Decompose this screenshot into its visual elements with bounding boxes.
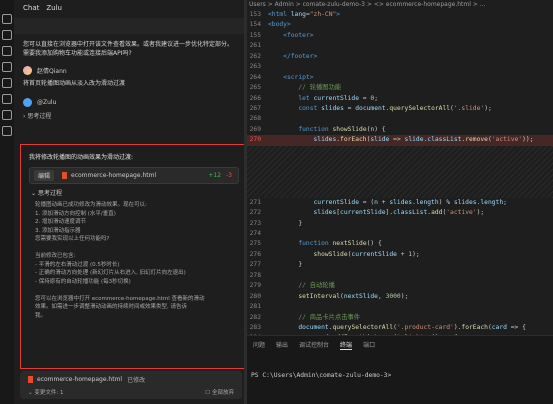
code-line: 261: [249, 42, 261, 50]
activity-bar: [0, 0, 15, 404]
changed-file-name[interactable]: ecommerce-homepage.html: [37, 376, 122, 383]
user-name: 赵倩Qiann: [37, 68, 67, 75]
html-file-icon: [28, 376, 33, 383]
ai-message: 您可以直接在浏览器中打开该文件查看效果。或者我建议进一步优化特定部分。需要我添加…: [23, 41, 234, 57]
code-line: 262 </footer>: [249, 52, 318, 60]
html-file-icon: [62, 172, 68, 179]
answer-line: 您需要我实现以上任何功能吗?: [35, 236, 110, 242]
file-name: ecommerce-homepage.html: [71, 172, 157, 179]
bottom-panel: 问题 输出 调试控制台 终端 端口 PS C:\Users\Admin\comate-z…: [247, 335, 553, 404]
answer-line: 3. 添加滑动指示器: [35, 227, 81, 234]
highlight-box: 我将修改轮播图的动画效果为滑动过渡: 编辑 ecommerce-homepage…: [20, 144, 247, 369]
zulu-avatar-icon: [23, 98, 32, 107]
source-control-icon[interactable]: [2, 46, 12, 56]
panel-tabs: 问题 输出 调试控制台 终端 端口: [247, 336, 553, 354]
code-line: 276 showSlide(currentSlide + 1);: [249, 250, 420, 258]
explorer-icon[interactable]: [2, 14, 12, 24]
discard-all-button[interactable]: ☐ 全部放弃: [205, 388, 234, 396]
code-line: 265 // 轮播图功能: [249, 84, 342, 92]
code-line: 263: [249, 63, 261, 71]
chat-icon[interactable]: [2, 78, 12, 88]
code-line: 275 function nextSlide() {: [249, 240, 382, 248]
code-line: 279 // 自动轮播: [249, 282, 335, 290]
breadcrumb[interactable]: Users > Admin > comate-zulu-demo-3 > <> …: [247, 0, 553, 10]
answer-line: 当前修改已包含:: [35, 253, 76, 259]
chat-toolbar: [14, 18, 247, 34]
answer-line: - 保持原有的自动轮播功能 (每3秒切换): [35, 278, 131, 285]
answer-line: [35, 286, 240, 295]
panel-tab[interactable]: 终端: [340, 340, 353, 350]
code-line: 267 const slides = document.querySelecto…: [249, 104, 492, 112]
file-change-card[interactable]: 编辑 ecommerce-homepage.html +12 -3: [29, 167, 239, 184]
code-line: 264 <script>: [249, 73, 314, 81]
settings-icon[interactable]: [2, 126, 12, 136]
changes-card: ecommerce-homepage.html 已修改 ⌄ 变更文件: 1 ☐ …: [20, 371, 242, 399]
panel-tab[interactable]: 问题: [253, 340, 265, 350]
ai-name: @Zulu: [37, 99, 57, 106]
added-count: +12: [208, 172, 222, 179]
code-line: 154 <body>: [249, 21, 291, 29]
answer-line: 我。: [35, 312, 47, 319]
code-line: 281: [249, 303, 261, 311]
code-line: 278: [249, 271, 261, 279]
extensions-icon[interactable]: [2, 62, 12, 72]
code-line: 155 <footer>: [249, 31, 314, 39]
code-line: 273 }: [249, 219, 303, 227]
user-avatar: [23, 66, 32, 75]
answer-intro: 我将修改轮播图的动画效果为滑动过渡:: [29, 154, 134, 161]
debug-icon[interactable]: [2, 110, 12, 120]
answer-line: - 平滑的左右滑动过渡 (0.5秒时长): [35, 261, 120, 268]
panel-tab[interactable]: 端口: [363, 340, 375, 350]
thinking-toggle-2[interactable]: ⌄ 思考过程: [31, 188, 62, 197]
answer-line: 轮播图动画已成功修改为滑动效果。现在可以:: [35, 202, 147, 208]
edit-tag: 编辑: [34, 170, 55, 181]
code-line: 153 <html lang="zh-CN">: [249, 11, 341, 18]
code-line: 283 document.querySelectorAll('.product-…: [249, 323, 526, 331]
chat-tab[interactable]: Zulu: [46, 4, 62, 12]
panel-tab[interactable]: 输出: [276, 340, 288, 350]
code-line: 272 slides[currentSlide].classList.add('…: [249, 209, 485, 217]
code-line: 266 let currentSlide = 0;: [249, 94, 378, 102]
deleted-code-line: 270 slides.forEach(slide => slide.classL…: [247, 135, 553, 146]
changed-state: 已修改: [127, 377, 146, 384]
code-line: 280 setInterval(nextSlide, 3000);: [249, 292, 409, 300]
code-line: 274: [249, 230, 261, 237]
zulu-icon[interactable]: [2, 94, 12, 104]
chat-title: Chat: [23, 4, 40, 12]
changed-files-count[interactable]: ⌄ 变更文件: 1: [28, 388, 63, 396]
code-line: 268: [249, 115, 261, 123]
answer-line: [35, 244, 240, 253]
search-icon[interactable]: [2, 30, 12, 40]
answer-line: 效果。如需进一步调整滑动动画的持续时间或效果类型, 请告诉: [35, 304, 187, 310]
answer-line: - 正确的滑动方向处理 (新幻灯片从右进入, 旧幻灯片向左退出): [35, 270, 186, 276]
terminal-prompt[interactable]: PS C:\Users\Admin\comate-zulu-demo-3>: [247, 354, 553, 379]
panel-tab[interactable]: 调试控制台: [299, 340, 329, 350]
answer-line: 1. 添加滑动方向控制 (水平/垂直): [35, 210, 116, 217]
diff-placeholder: [247, 145, 553, 198]
thinking-toggle[interactable]: › 思考过程: [14, 111, 247, 120]
chat-panel: Chat Zulu 您可以直接在浏览器中打开该文件查看效果。或者我建议进一步优化…: [14, 0, 248, 404]
answer-body: 轮播图动画已成功修改为滑动效果。现在可以: 1. 添加滑动方向控制 (水平/垂直)…: [35, 201, 240, 320]
code-editor[interactable]: Users > Admin > comate-zulu-demo-3 > <> …: [247, 0, 553, 335]
code-line: 269 function showSlide(n) {: [249, 125, 386, 133]
answer-line: 您可以在浏览器中打开 ecommerce-homepage.html 查看新的滑…: [35, 295, 205, 302]
removed-count: -3: [226, 172, 232, 179]
code-line: 277 }: [249, 261, 303, 269]
user-message: 将首页轮播图动画从淡入改为滑动过渡: [23, 80, 126, 87]
code-line: 282 // 商品卡片点击事件: [249, 313, 361, 321]
code-line: 271 currentSlide = (n + slides.length) %…: [249, 198, 507, 206]
answer-line: 2. 增加滑动速度调节: [35, 219, 86, 225]
